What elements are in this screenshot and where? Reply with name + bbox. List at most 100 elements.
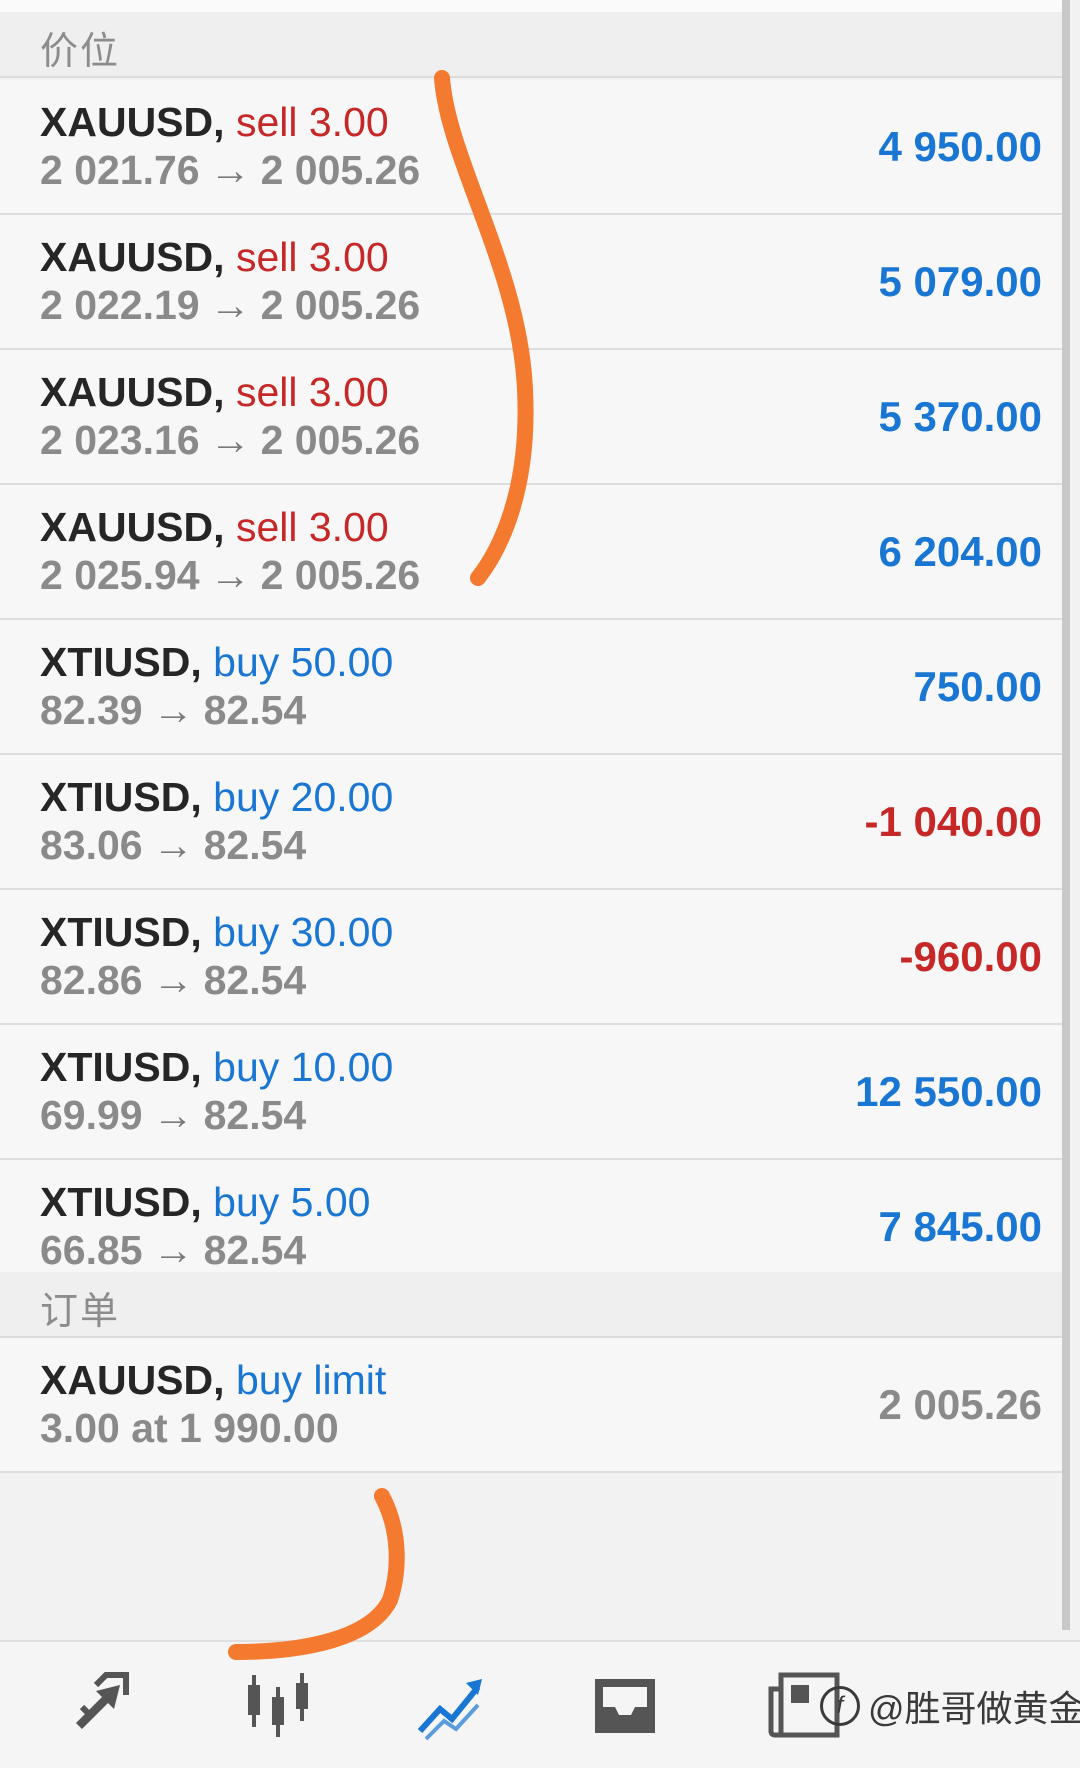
position-title: XTIUSD, buy 10.00	[40, 1043, 393, 1091]
position-profit: 12 550.00	[855, 1068, 1042, 1115]
position-side: sell	[235, 234, 298, 280]
position-side: buy	[213, 639, 280, 685]
arrow-right-icon: →	[209, 552, 251, 598]
position-side: sell	[235, 369, 298, 415]
position-comma: ,	[190, 909, 214, 955]
position-open-price: 82.39	[40, 687, 143, 733]
order-row[interactable]: XAUUSD, buy limit 3.00 at 1 990.00 2 005…	[0, 1338, 1062, 1473]
orders-header: 订单	[0, 1272, 1062, 1338]
position-open-price: 2 022.19	[40, 282, 200, 328]
position-side: buy	[213, 774, 280, 820]
position-open-price: 82.86	[40, 957, 143, 1003]
order-type: buy limit	[235, 1357, 387, 1403]
position-prices: 2 023.16 → 2 005.26	[40, 416, 420, 464]
arrow-right-icon: →	[209, 417, 251, 463]
position-volume: 20.00	[290, 774, 394, 820]
position-side: buy	[213, 1044, 280, 1090]
positions-header: 价位	[0, 12, 1062, 78]
position-volume-sep	[297, 99, 308, 145]
position-volume: 3.00	[308, 504, 389, 550]
position-volume: 3.00	[308, 234, 389, 280]
position-prices: 2 022.19 → 2 005.26	[40, 281, 420, 329]
position-row[interactable]: XAUUSD, sell 3.00 2 021.76 → 2 005.26 4 950.…	[0, 80, 1062, 215]
position-profit: -960.00	[899, 933, 1042, 980]
scrollbar[interactable]	[1062, 0, 1070, 1630]
position-current-price: 2 005.26	[260, 147, 421, 193]
position-prices: 82.39 → 82.54	[40, 686, 306, 734]
position-volume-sep	[279, 639, 290, 685]
position-volume-sep	[279, 1179, 290, 1225]
position-row[interactable]: XTIUSD, buy 50.00 82.39 → 82.54 750.00	[0, 620, 1062, 755]
position-side: sell	[235, 99, 298, 145]
position-symbol: XTIUSD	[40, 909, 191, 955]
weibo-logo-icon: f	[820, 1686, 860, 1726]
position-symbol: XTIUSD	[40, 774, 191, 820]
position-symbol: XAUUSD	[40, 99, 214, 145]
position-volume-sep	[297, 234, 308, 280]
position-profit: 5 079.00	[878, 258, 1043, 305]
position-volume: 3.00	[308, 369, 389, 415]
order-title: XAUUSD, buy limit	[40, 1356, 386, 1404]
position-title: XAUUSD, sell 3.00	[40, 98, 389, 146]
position-side: sell	[235, 504, 298, 550]
position-profit: 7 845.00	[878, 1203, 1043, 1250]
position-comma: ,	[213, 99, 236, 145]
position-comma: ,	[213, 504, 236, 550]
position-current-price: 2 005.26	[260, 282, 421, 328]
history-tab[interactable]	[575, 1662, 675, 1748]
position-title: XTIUSD, buy 5.00	[40, 1178, 370, 1226]
inbox-icon	[595, 1679, 655, 1733]
position-row[interactable]: XTIUSD, buy 20.00 83.06 → 82.54 -1 040.00	[0, 755, 1062, 890]
position-comma: ,	[190, 774, 214, 820]
position-profit: 4 950.00	[878, 123, 1043, 170]
position-row[interactable]: XAUUSD, sell 3.00 2 022.19 → 2 005.26 5 079.…	[0, 215, 1062, 350]
position-volume: 30.00	[290, 909, 394, 955]
arrows-updown-icon	[76, 1672, 129, 1729]
position-title: XAUUSD, sell 3.00	[40, 503, 389, 551]
position-symbol: XAUUSD	[40, 369, 214, 415]
arrow-right-icon: →	[152, 822, 194, 868]
trade-tab[interactable]	[400, 1662, 500, 1748]
position-profit: 6 204.00	[878, 528, 1043, 575]
position-title: XTIUSD, buy 30.00	[40, 908, 393, 956]
position-comma: ,	[190, 1044, 214, 1090]
position-prices: 2 021.76 → 2 005.26	[40, 146, 420, 194]
position-side: buy	[213, 909, 280, 955]
chart-tab[interactable]	[230, 1662, 330, 1748]
watermark-text: @胜哥做黄金	[868, 1688, 1080, 1729]
watermark: f @胜哥做黄金	[820, 1680, 1080, 1732]
position-volume: 3.00	[308, 99, 389, 145]
position-current-price: 2 005.26	[260, 417, 421, 463]
position-current-price: 82.54	[203, 822, 307, 868]
arrow-right-icon: →	[152, 1092, 194, 1138]
position-current-price: 2 005.26	[260, 552, 421, 598]
position-current-price: 82.54	[203, 957, 307, 1003]
trend-up-icon	[417, 1679, 482, 1741]
position-title: XAUUSD, sell 3.00	[40, 233, 389, 281]
position-volume: 10.00	[290, 1044, 394, 1090]
position-current-price: 82.54	[203, 1092, 307, 1138]
position-open-price: 83.06	[40, 822, 143, 868]
position-profit: 750.00	[913, 663, 1042, 710]
position-row[interactable]: XAUUSD, sell 3.00 2 023.16 → 2 005.26 5 370.…	[0, 350, 1062, 485]
order-comma: ,	[213, 1357, 236, 1403]
position-current-price: 82.54	[203, 687, 307, 733]
quotes-tab[interactable]	[50, 1662, 150, 1748]
position-prices: 66.85 → 82.54	[40, 1226, 306, 1274]
arrow-right-icon: →	[152, 1227, 194, 1273]
position-volume: 5.00	[290, 1179, 371, 1225]
position-comma: ,	[190, 639, 214, 685]
position-profit: 5 370.00	[878, 393, 1043, 440]
position-open-price: 2 021.76	[40, 147, 200, 193]
bracket-annotation-order	[228, 1488, 405, 1660]
position-row[interactable]: XTIUSD, buy 30.00 82.86 → 82.54 -960.00	[0, 890, 1062, 1025]
position-volume-sep	[297, 504, 308, 550]
arrow-right-icon: →	[152, 687, 194, 733]
position-comma: ,	[213, 369, 236, 415]
arrow-right-icon: →	[152, 957, 194, 1003]
position-row[interactable]: XTIUSD, buy 10.00 69.99 → 82.54 12 550.00	[0, 1025, 1062, 1160]
position-comma: ,	[190, 1179, 214, 1225]
position-volume-sep	[279, 774, 290, 820]
position-row[interactable]: XAUUSD, sell 3.00 2 025.94 → 2 005.26 6 204.…	[0, 485, 1062, 620]
position-open-price: 2 025.94	[40, 552, 200, 598]
